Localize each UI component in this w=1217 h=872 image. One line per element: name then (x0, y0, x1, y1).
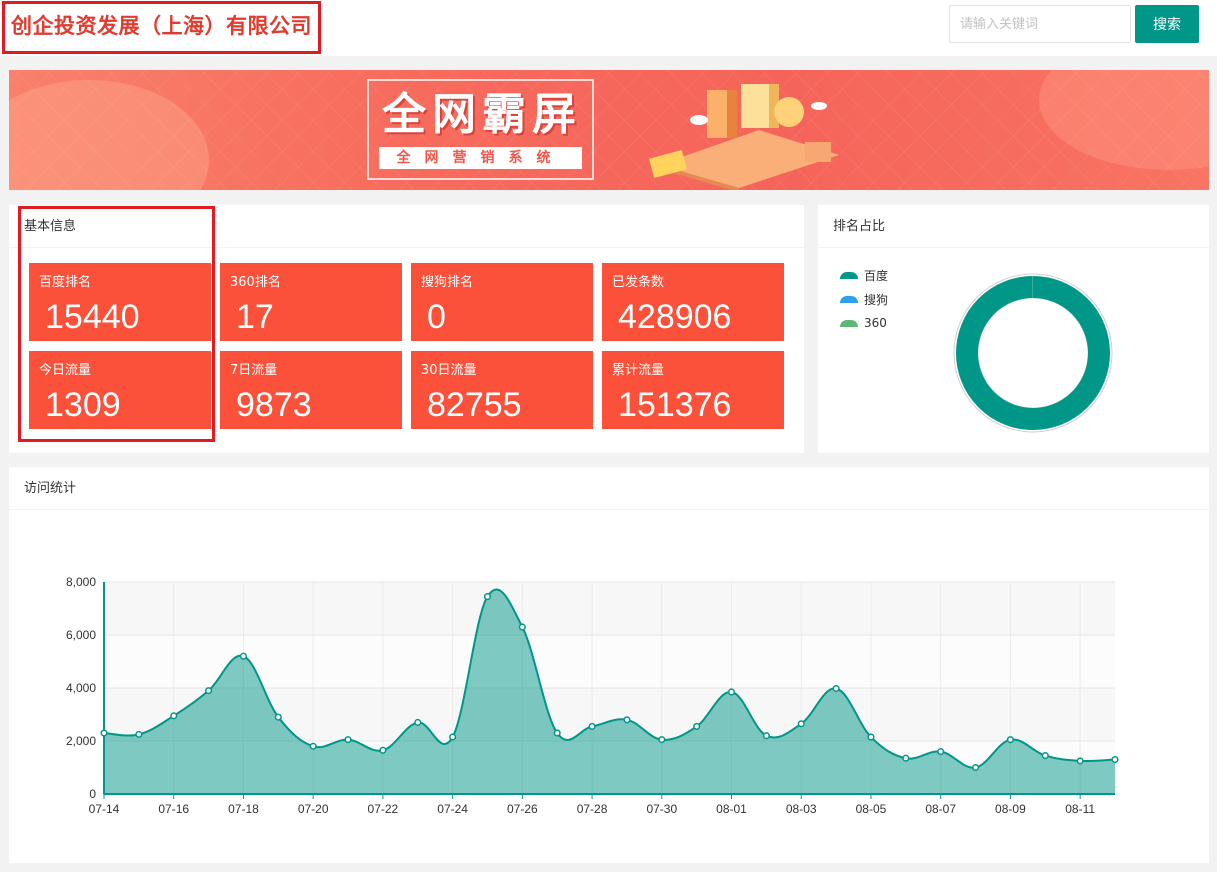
x-tick-label: 07-16 (158, 802, 189, 816)
donut-slice-百度[interactable] (956, 276, 1110, 430)
stat-baidu-rank: 百度排名 15440 (29, 263, 211, 341)
y-tick-label: 0 (89, 787, 96, 801)
stat-value: 15440 (45, 298, 140, 336)
stat-sogou-rank: 搜狗排名 0 (411, 263, 593, 341)
stat-value: 428906 (618, 298, 732, 336)
stat-value: 17 (236, 298, 274, 336)
search-input[interactable] (949, 5, 1131, 43)
visit-area-chart: 0 2,000 4,000 6,000 8,000 07-14 07-16 07-18 07-2… (66, 575, 1119, 816)
company-name: 创企投资发展（上海）有限公司 (2, 1, 321, 54)
stat-total-traffic: 累计流量 151376 (602, 351, 784, 429)
data-point-08-08[interactable] (972, 763, 980, 772)
stat-30day-traffic: 30日流量 82755 (411, 351, 593, 429)
banner-pattern (9, 70, 1209, 190)
x-tick-label: 08-03 (786, 802, 817, 816)
data-point-07-30[interactable] (658, 736, 666, 744)
banner-logo: 全网霸屏 全网营销系统 (367, 79, 594, 180)
data-point-08-09[interactable] (1006, 736, 1014, 744)
banner-illustration (648, 84, 839, 190)
stat-label: 搜狗排名 (421, 275, 474, 290)
stat-label: 30日流量 (421, 363, 477, 378)
data-point-08-05[interactable] (867, 733, 875, 741)
visit-stats-card: 访问统计 0 2,000 4,000 6,000 8,000 07-14 07-16 07-1… (9, 467, 1209, 863)
y-tick-label: 4,000 (66, 681, 96, 695)
top-bar: 创企投资发展（上海）有限公司 搜索 (0, 0, 1217, 56)
x-tick-label: 07-28 (577, 802, 608, 816)
data-point-07-19[interactable] (274, 713, 282, 721)
stat-label: 百度排名 (39, 275, 92, 290)
data-point-07-27[interactable] (553, 729, 561, 737)
y-tick-label: 2,000 (66, 734, 96, 748)
data-point-08-02[interactable] (762, 732, 770, 740)
stat-label: 今日流量 (39, 363, 92, 378)
data-point-07-20[interactable] (309, 742, 317, 750)
data-point-08-11[interactable] (1076, 757, 1084, 765)
x-tick-label: 07-22 (368, 802, 399, 816)
data-point-07-28[interactable] (588, 722, 596, 730)
x-tick-label: 07-30 (646, 802, 677, 816)
stat-value: 9873 (236, 386, 312, 424)
data-point-07-15[interactable] (135, 730, 143, 738)
stat-published-count: 已发条数 428906 (602, 263, 784, 341)
x-tick-label: 08-01 (716, 802, 747, 816)
basic-info-title: 基本信息 (9, 205, 804, 248)
y-tick-label: 6,000 (66, 628, 96, 642)
data-point-07-31[interactable] (693, 722, 701, 730)
stat-value: 82755 (427, 386, 522, 424)
stat-label: 7日流量 (230, 363, 278, 378)
basic-info-card: 基本信息 百度排名 15440 360排名 17 搜狗排名 0 已发条数 428… (9, 205, 804, 453)
data-point-07-17[interactable] (205, 687, 213, 695)
x-tick-label: 08-07 (925, 802, 956, 816)
data-point-07-25[interactable] (483, 593, 492, 601)
data-point-07-26[interactable] (518, 623, 526, 631)
x-tick-label: 08-05 (856, 802, 887, 816)
data-point-08-03[interactable] (797, 720, 805, 728)
x-tick-label: 08-09 (995, 802, 1026, 816)
x-tick-label: 07-20 (298, 802, 329, 816)
x-tick-label: 07-26 (507, 802, 538, 816)
banner-subtitle: 全网营销系统 (379, 147, 582, 169)
x-tick-label: 07-24 (437, 802, 468, 816)
x-tick-label: 07-18 (228, 802, 259, 816)
banner-title: 全网霸屏 (382, 89, 582, 140)
data-point-07-23[interactable] (414, 718, 422, 726)
stat-today-traffic: 今日流量 1309 (29, 351, 211, 429)
data-point-08-07[interactable] (937, 748, 945, 756)
data-point-07-14[interactable] (100, 729, 108, 737)
x-tick-label: 07-14 (89, 802, 120, 816)
grid-band (104, 582, 1115, 635)
data-point-07-29[interactable] (623, 716, 631, 724)
y-tick-label: 8,000 (66, 575, 96, 589)
search-button[interactable]: 搜索 (1135, 5, 1199, 43)
data-point-08-10[interactable] (1041, 752, 1049, 760)
data-point-07-24[interactable] (449, 733, 457, 741)
data-point-07-18[interactable] (239, 652, 247, 660)
banner: 全网霸屏 全网营销系统 (9, 70, 1209, 190)
stat-label: 累计流量 (612, 363, 665, 378)
data-point-08-04[interactable] (832, 684, 840, 693)
x-tick-label: 08-11 (1065, 802, 1095, 816)
rank-donut-chart (953, 273, 1113, 433)
stat-label: 360排名 (230, 275, 281, 290)
stat-value: 0 (427, 298, 446, 336)
donut-inner-ring (977, 297, 1089, 409)
data-point-08-01[interactable] (727, 688, 736, 696)
stat-7day-traffic: 7日流量 9873 (220, 351, 402, 429)
rank-share-card: 排名占比 百度 搜狗 360 (818, 205, 1209, 453)
stat-360-rank: 360排名 17 (220, 263, 402, 341)
stat-label: 已发条数 (612, 275, 665, 290)
stat-value: 1309 (45, 386, 121, 424)
data-point-08-12[interactable] (1111, 756, 1119, 764)
data-point-08-06[interactable] (902, 754, 910, 762)
stat-value: 151376 (618, 386, 732, 424)
data-point-07-22[interactable] (379, 746, 387, 754)
data-point-07-16[interactable] (170, 712, 178, 720)
data-point-07-21[interactable] (344, 736, 352, 744)
